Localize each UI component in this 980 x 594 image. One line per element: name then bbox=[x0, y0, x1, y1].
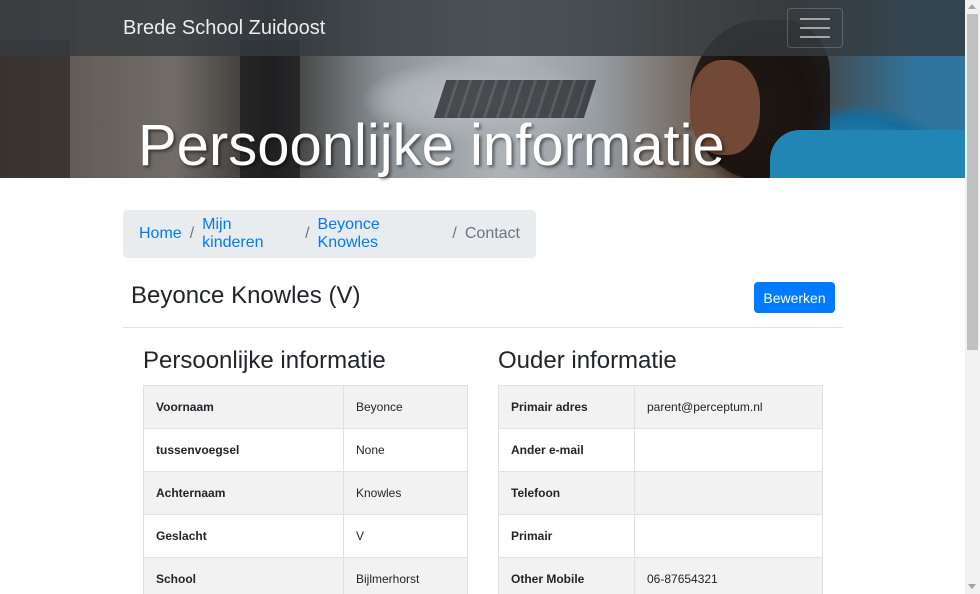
top-navbar: Brede School Zuidoost bbox=[0, 0, 965, 56]
parent-key-primary-address: Primair adres bbox=[498, 385, 635, 429]
personal-value-school: Bijlmerhorst bbox=[343, 557, 468, 594]
personal-key-last-name: Achternaam bbox=[143, 471, 344, 515]
parent-value-primary-address: parent@perceptum.nl bbox=[634, 385, 823, 429]
edit-button[interactable]: Bewerken bbox=[754, 282, 835, 313]
navbar-toggle-button[interactable] bbox=[787, 8, 843, 48]
page-title: Persoonlijke informatie bbox=[138, 113, 725, 178]
personal-value-gender: V bbox=[343, 514, 468, 558]
table-row: Voornaam Beyonce bbox=[143, 385, 468, 429]
personal-value-last-name: Knowles bbox=[343, 471, 468, 515]
personal-key-infix: tussenvoegsel bbox=[143, 428, 344, 472]
table-row: tussenvoegsel None bbox=[143, 428, 468, 472]
table-row: Achternaam Knowles bbox=[143, 471, 468, 515]
parent-key-other-email: Ander e-mail bbox=[498, 428, 635, 472]
breadcrumb-separator: / bbox=[189, 225, 195, 242]
parent-value-primary bbox=[634, 514, 823, 558]
parent-value-other-email bbox=[634, 428, 823, 472]
parent-value-other-mobile: 06-87654321 bbox=[634, 557, 823, 594]
navbar-brand[interactable]: Brede School Zuidoost bbox=[123, 17, 325, 40]
table-row: School Bijlmerhorst bbox=[143, 557, 468, 594]
parent-key-other-mobile: Other Mobile bbox=[498, 557, 635, 594]
personal-info-title: Persoonlijke informatie bbox=[143, 347, 386, 374]
parent-value-phone bbox=[634, 471, 823, 515]
child-name-heading: Beyonce Knowles (V) bbox=[131, 282, 361, 309]
scroll-up-arrow-icon[interactable] bbox=[968, 4, 976, 9]
table-row: Primair adres parent@perceptum.nl bbox=[498, 385, 823, 429]
parent-key-phone: Telefoon bbox=[498, 471, 635, 515]
hamburger-icon bbox=[800, 18, 830, 38]
breadcrumb: Home / Mijn kinderen / Beyonce Knowles /… bbox=[123, 210, 536, 258]
personal-key-first-name: Voornaam bbox=[143, 385, 344, 429]
breadcrumb-home-link[interactable]: Home bbox=[139, 225, 182, 243]
breadcrumb-separator: / bbox=[305, 225, 310, 242]
scroll-down-arrow-icon[interactable] bbox=[968, 584, 976, 589]
personal-key-school: School bbox=[143, 557, 344, 594]
table-row: Primair bbox=[498, 514, 823, 558]
breadcrumb-children-link[interactable]: Mijn kinderen bbox=[202, 216, 297, 252]
table-row: Geslacht V bbox=[143, 514, 468, 558]
breadcrumb-separator: / bbox=[452, 225, 457, 242]
parent-info-title: Ouder informatie bbox=[498, 347, 677, 374]
personal-info-table: Voornaam Beyonce tussenvoegsel None Acht… bbox=[143, 385, 468, 594]
page-scrollbar-thumb[interactable] bbox=[967, 14, 978, 350]
parent-key-primary: Primair bbox=[498, 514, 635, 558]
personal-key-gender: Geslacht bbox=[143, 514, 344, 558]
table-row: Telefoon bbox=[498, 471, 823, 515]
personal-value-infix: None bbox=[343, 428, 468, 472]
personal-value-first-name: Beyonce bbox=[343, 385, 468, 429]
table-row: Ander e-mail bbox=[498, 428, 823, 472]
breadcrumb-current: Contact bbox=[464, 225, 520, 242]
table-row: Other Mobile 06-87654321 bbox=[498, 557, 823, 594]
divider bbox=[123, 327, 843, 328]
parent-info-table: Primair adres parent@perceptum.nl Ander … bbox=[498, 385, 823, 594]
breadcrumb-child-link[interactable]: Beyonce Knowles bbox=[318, 216, 445, 252]
